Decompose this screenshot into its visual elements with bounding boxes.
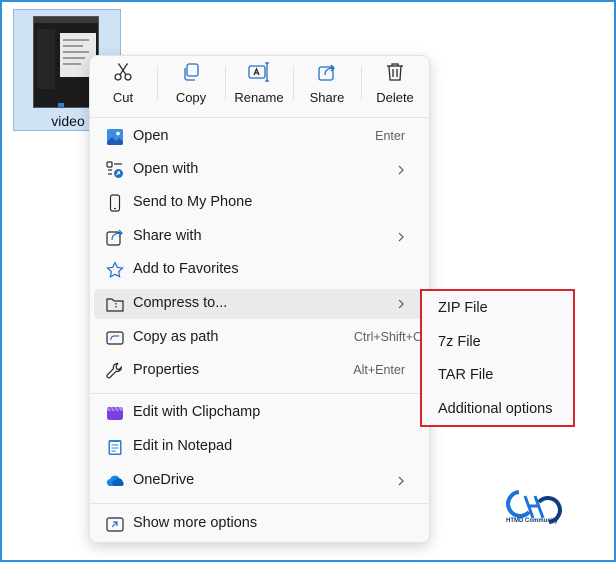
menu-item-label: Edit with Clipchamp <box>133 404 261 420</box>
chevron-right-icon <box>398 165 404 175</box>
shortcut-text: Ctrl+Shift+C <box>353 330 422 344</box>
chevron-right-icon <box>398 299 404 309</box>
menu-item-label: Open with <box>133 161 199 177</box>
delete-button[interactable]: Delete <box>363 62 427 112</box>
image-icon <box>107 129 123 145</box>
chevron-right-icon <box>398 232 404 242</box>
menu-item-edit-with-clipchamp[interactable]: Edit with Clipchamp <box>94 398 425 428</box>
menu-item-label: Show more options <box>133 515 258 531</box>
action-separator <box>157 66 158 100</box>
menu-item-add-to-favorites[interactable]: Add to Favorites <box>94 255 425 285</box>
menu-divider <box>90 393 429 394</box>
wrench-icon <box>106 362 122 379</box>
submenu-item-zip-file[interactable]: ZIP File <box>438 300 488 316</box>
share-label: Share <box>309 90 345 105</box>
compress-icon <box>106 298 124 312</box>
action-separator <box>293 66 294 100</box>
cut-label: Cut <box>112 90 134 105</box>
copy-path-icon <box>106 331 124 345</box>
cut-icon <box>114 63 132 81</box>
menu-item-open[interactable]: Open Enter <box>94 122 425 152</box>
share-icon <box>318 64 335 81</box>
menu-item-open-with[interactable]: Open with <box>94 155 425 185</box>
menu-item-label: Open <box>133 128 169 144</box>
menu-item-share-with[interactable]: Share with <box>94 222 425 252</box>
rename-label: Rename <box>234 90 284 105</box>
submenu-item-tar-file[interactable]: TAR File <box>438 367 493 383</box>
menu-item-label: Add to Favorites <box>133 261 239 277</box>
shortcut-text: Enter <box>375 129 405 143</box>
menu-divider <box>90 503 429 504</box>
copy-label: Copy <box>175 90 207 105</box>
menu-item-label: OneDrive <box>133 472 195 488</box>
more-options-icon <box>106 517 124 532</box>
menu-divider <box>90 117 429 118</box>
delete-icon <box>387 63 403 81</box>
menu-item-label: Edit in Notepad <box>133 438 233 454</box>
star-icon <box>106 261 124 278</box>
menu-item-properties[interactable]: Properties Alt+Enter <box>94 356 425 386</box>
cut-button[interactable]: Cut <box>91 62 155 112</box>
menu-item-compress-to[interactable]: Compress to... <box>94 289 425 319</box>
action-bar: Cut Copy Rename Share Delete <box>90 56 429 116</box>
submenu-item-7z-file[interactable]: 7z File <box>438 334 481 350</box>
menu-item-show-more-options[interactable]: Show more options <box>94 509 425 539</box>
phone-icon <box>109 194 121 212</box>
share-with-icon <box>106 229 123 246</box>
notepad-icon <box>108 440 122 455</box>
chevron-right-icon <box>398 476 404 486</box>
action-separator <box>361 66 362 100</box>
action-separator <box>225 66 226 100</box>
open-with-icon <box>106 161 123 178</box>
rename-icon <box>248 62 269 82</box>
cloud-icon <box>106 475 124 487</box>
copy-button[interactable]: Copy <box>159 62 223 112</box>
menu-item-onedrive[interactable]: OneDrive <box>94 466 425 496</box>
menu-item-label: Copy as path <box>133 329 219 345</box>
compress-submenu: ZIP File 7z File TAR File Additional opt… <box>420 289 575 427</box>
copy-icon <box>184 63 199 81</box>
menu-item-edit-in-notepad[interactable]: Edit in Notepad <box>94 432 425 462</box>
delete-label: Delete <box>376 90 414 105</box>
rename-button[interactable]: Rename <box>227 62 291 112</box>
menu-item-label: Share with <box>133 228 202 244</box>
menu-item-label: Send to My Phone <box>133 194 253 210</box>
menu-item-label: Compress to... <box>133 295 228 311</box>
menu-item-send-to-phone[interactable]: Send to My Phone <box>94 188 425 218</box>
menu-item-copy-as-path[interactable]: Copy as path Ctrl+Shift+C <box>94 323 425 353</box>
shortcut-text: Alt+Enter <box>353 363 405 377</box>
share-button[interactable]: Share <box>295 62 359 112</box>
clipchamp-icon <box>107 406 123 420</box>
menu-item-label: Properties <box>133 362 200 378</box>
logo-text: HTMD Community <box>506 518 558 524</box>
submenu-item-additional-options[interactable]: Additional options <box>438 401 552 417</box>
context-menu: Cut Copy Rename Share Delete Open Enter … <box>89 55 430 543</box>
